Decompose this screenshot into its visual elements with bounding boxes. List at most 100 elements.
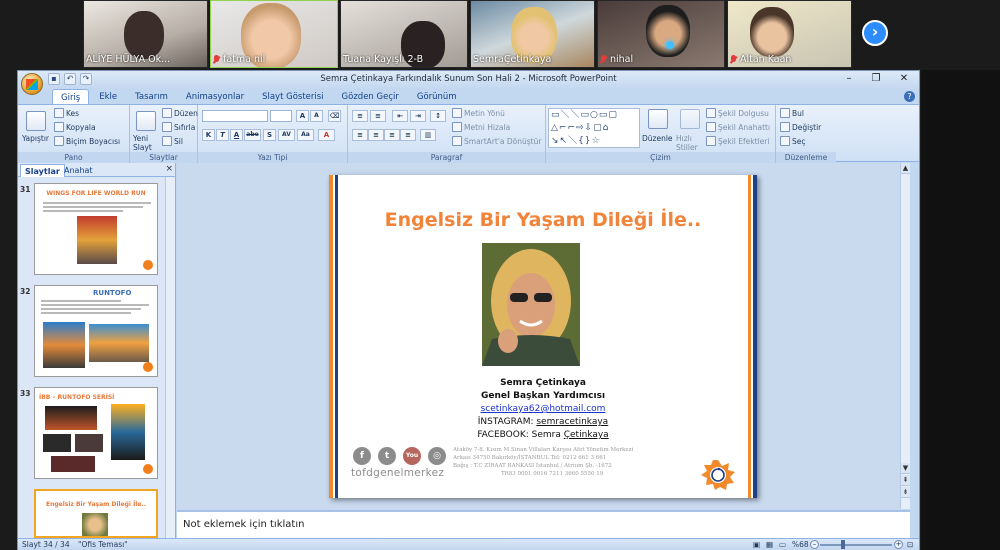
underline-button[interactable]: A [230, 129, 243, 141]
slideshow-icon[interactable]: ▭ [779, 539, 786, 550]
facebook-handle[interactable]: Çetinkaya [564, 430, 609, 440]
font-size-box[interactable] [270, 110, 292, 122]
reset-button[interactable]: Sıfırla [162, 122, 195, 132]
format-painter-label: Biçim Boyacısı [66, 136, 121, 146]
panel-scrollbar[interactable] [165, 177, 175, 538]
prev-slide-icon[interactable]: ⇞ [901, 475, 910, 486]
shapes-gallery[interactable]: ▭＼＼▭○▭▢ △⌐⌐⇨⇩▢⌂ ↘↖＼{}☆ [548, 108, 640, 148]
muted-mic-icon [730, 55, 737, 64]
bold-button[interactable]: K [202, 129, 215, 141]
delete-slide-button[interactable]: Sil [162, 136, 183, 146]
font-name-box[interactable] [202, 110, 268, 122]
participant-tile[interactable]: SemraÇetinkaya [470, 0, 595, 68]
next-slide-icon[interactable]: ⇟ [901, 487, 910, 498]
redo-icon[interactable]: ↷ [80, 73, 92, 85]
change-case-button[interactable]: Aa [297, 129, 314, 141]
participant-tile[interactable]: ALİYE HÜLYA Ok... [83, 0, 208, 68]
save-icon[interactable]: ▪ [48, 73, 60, 85]
format-painter-button[interactable]: Biçim Boyacısı [54, 136, 120, 146]
new-slide-button[interactable]: Yeni Slayt [133, 134, 163, 152]
tab-outline[interactable]: Anahat [60, 164, 97, 177]
fit-window-icon[interactable]: ⊡ [907, 539, 913, 550]
shape-fill-button[interactable]: Şekil Dolgusu [706, 108, 769, 118]
tab-slayt-gosterisi[interactable]: Slayt Gösterisi [254, 89, 331, 105]
smartart-button[interactable]: SmartArt'a Dönüştür [452, 136, 541, 146]
zoom-slider[interactable] [820, 544, 892, 546]
tab-slides[interactable]: Slaytlar [20, 164, 65, 177]
arrange-icon[interactable] [648, 109, 668, 129]
undo-icon[interactable]: ↶ [64, 73, 76, 85]
shape-outline-button[interactable]: Şekil Anahattı [706, 122, 770, 132]
select-button[interactable]: Seç [780, 136, 806, 146]
new-slide-icon[interactable] [136, 111, 156, 131]
normal-view-icon[interactable]: ▣ [753, 539, 760, 550]
close-button[interactable]: ✕ [890, 71, 918, 87]
shadow-button[interactable]: S [263, 129, 276, 141]
strikethrough-button[interactable]: abe [244, 129, 261, 141]
shrink-font-button[interactable]: A [310, 110, 323, 122]
sorter-view-icon[interactable]: ▦ [766, 539, 773, 550]
replace-button[interactable]: Değiştir [780, 122, 821, 132]
align-left-icon[interactable]: ≡ [352, 129, 368, 141]
numbering-icon[interactable]: ≡ [370, 110, 386, 122]
close-panel-icon[interactable]: × [165, 164, 173, 174]
find-button[interactable]: Bul [780, 108, 804, 118]
tab-gorunum[interactable]: Görünüm [409, 89, 465, 105]
notes-pane[interactable]: Not eklemek için tıklatın [177, 510, 910, 538]
justify-icon[interactable]: ≡ [400, 129, 416, 141]
decrease-indent-icon[interactable]: ⇤ [392, 110, 408, 122]
align-right-icon[interactable]: ≡ [384, 129, 400, 141]
font-color-button[interactable]: A [318, 129, 335, 141]
minimize-button[interactable]: – [835, 71, 863, 87]
shape-effects-button[interactable]: Şekil Efektleri [706, 136, 769, 146]
tab-giris[interactable]: Giriş [52, 89, 90, 105]
clear-format-icon[interactable]: ⌫ [328, 110, 341, 122]
restore-button[interactable]: ❐ [862, 71, 890, 87]
office-button[interactable] [21, 73, 43, 95]
scroll-down-icon[interactable]: ▼ [901, 463, 910, 474]
participant-tile[interactable]: Tuana Kayışlı 2-B [340, 0, 468, 68]
slide-thumbnail-selected[interactable]: Engelsiz Bir Yaşam Dileği İle.. [34, 489, 158, 538]
copy-button[interactable]: Kopyala [54, 122, 96, 132]
italic-button[interactable]: T [216, 129, 229, 141]
instagram-handle[interactable]: semracetinkaya [536, 417, 608, 427]
increase-indent-icon[interactable]: ⇥ [410, 110, 426, 122]
participant-tile[interactable]: nihal [597, 0, 725, 68]
quick-styles-button[interactable]: Hızlı Stiller [676, 134, 704, 152]
email-link[interactable]: scetinkaya62@hotmail.com [329, 404, 757, 414]
layout-button[interactable]: Düzen [162, 108, 198, 118]
align-center-icon[interactable]: ≡ [368, 129, 384, 141]
zoom-level[interactable]: %68 [792, 539, 809, 550]
text-direction-button[interactable]: Metin Yönü [452, 108, 505, 118]
participant-tile[interactable]: Altan Kaan [727, 0, 852, 68]
bullets-icon[interactable]: ≡ [352, 110, 368, 122]
slide-thumbnail[interactable]: RUNTOFO [34, 285, 158, 377]
participant-tile[interactable]: fatma nil [210, 0, 338, 68]
tab-ekle[interactable]: Ekle [91, 89, 125, 105]
zoom-out-icon[interactable]: – [810, 540, 819, 549]
scroll-up-icon[interactable]: ▲ [901, 163, 910, 174]
quick-styles-icon[interactable] [680, 109, 700, 129]
tab-animasyonlar[interactable]: Animasyonlar [178, 89, 252, 105]
line-spacing-icon[interactable]: ↕ [430, 110, 446, 122]
next-participants-button[interactable]: › [862, 20, 888, 46]
arrange-button[interactable]: Düzenle [642, 134, 673, 143]
slide-title[interactable]: Engelsiz Bir Yaşam Dileği İle.. [329, 209, 757, 231]
portrait-photo[interactable] [482, 243, 580, 366]
paste-button[interactable]: Yapıştır [22, 134, 49, 143]
slide-vertical-scrollbar[interactable]: ▲ ▼ ⇞ ⇟ [900, 163, 910, 509]
cut-button[interactable]: Kes [54, 108, 79, 118]
grow-font-button[interactable]: A [296, 110, 309, 122]
zoom-in-icon[interactable]: + [894, 540, 903, 549]
columns-icon[interactable]: ▥ [420, 129, 436, 141]
slide-thumbnail[interactable]: WINGS FOR LIFE WORLD RUN [34, 183, 158, 275]
paste-icon[interactable] [26, 111, 46, 131]
tab-tasarim[interactable]: Tasarım [127, 89, 176, 105]
slide-canvas[interactable]: Engelsiz Bir Yaşam Dileği İle.. Semra Çe… [329, 175, 757, 498]
char-spacing-button[interactable]: AV [278, 129, 295, 141]
align-text-button[interactable]: Metni Hizala [452, 122, 510, 132]
zoom-slider-thumb[interactable] [841, 540, 845, 549]
slide-thumbnail[interactable]: İBB – RUNTOFO SERİSİ [34, 387, 158, 479]
tab-gozden-gecir[interactable]: Gözden Geçir [334, 89, 407, 105]
help-icon[interactable]: ? [904, 91, 915, 102]
